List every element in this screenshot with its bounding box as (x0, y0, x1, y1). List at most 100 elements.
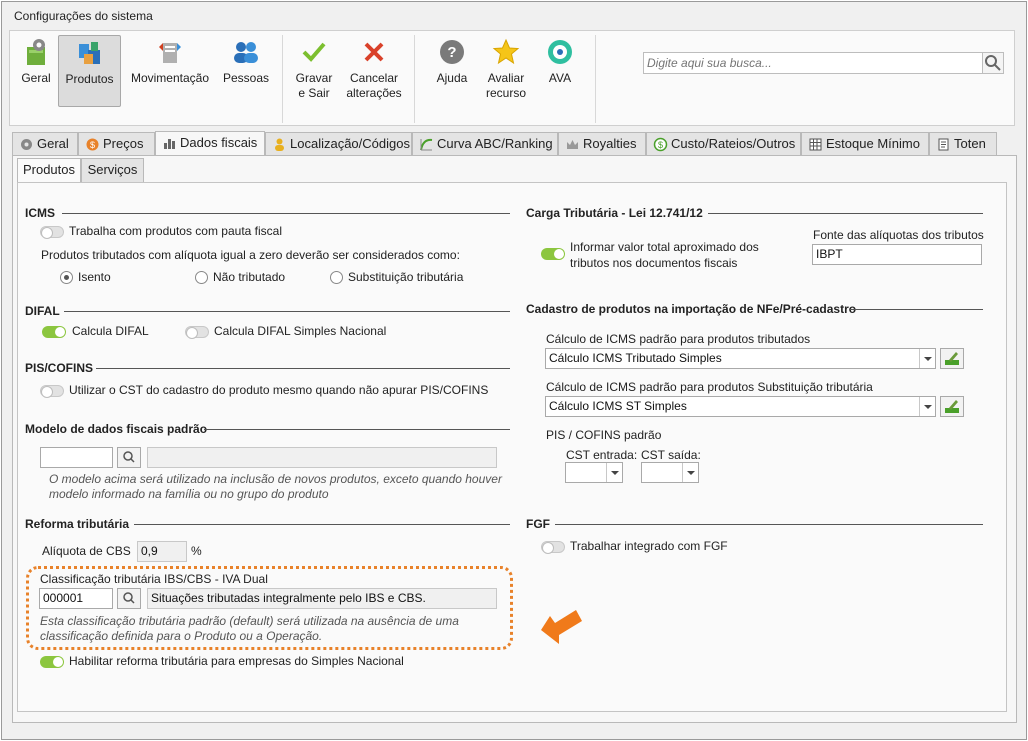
fgf-title: FGF (526, 517, 550, 531)
modelo-search-button[interactable] (117, 447, 141, 468)
classificacao-title: Classificação tributária IBS/CBS - IVA D… (40, 572, 268, 586)
window-title: Configurações do sistema (14, 9, 153, 23)
produtos-button[interactable]: Produtos (58, 35, 121, 107)
fgf-toggle[interactable] (541, 541, 565, 554)
chart-icon (164, 139, 175, 149)
pauta-fiscal-label: Trabalha com produtos com pauta fiscal (69, 224, 282, 238)
people-icon (234, 42, 258, 63)
ajuda-label: Ajuda (436, 71, 468, 85)
icms-tributados-edit-button[interactable] (940, 348, 964, 369)
search-input[interactable] (644, 53, 962, 73)
money-icon: $ (653, 137, 668, 152)
tab-royalties[interactable]: Royalties (558, 132, 646, 156)
habilitar-reforma-toggle[interactable] (40, 656, 64, 668)
tab-label: Dados fiscais (180, 135, 258, 150)
icms-title: ICMS (25, 206, 55, 220)
nao-tributado-radio[interactable] (195, 271, 208, 284)
pis-cofins-title: PIS/COFINS (25, 361, 94, 375)
icms-tributados-value: Cálculo ICMS Tributado Simples (549, 351, 722, 365)
cst-saida-select[interactable] (641, 462, 699, 483)
classificacao-description: Situações tributadas integralmente pelo … (147, 588, 497, 609)
ava-button[interactable]: AVA (540, 35, 580, 105)
search-button[interactable] (982, 52, 1004, 74)
classificacao-search-button[interactable] (117, 588, 141, 609)
icms-st-edit-button[interactable] (940, 396, 964, 417)
carga-title: Carga Tributária - Lei 12.741/12 (526, 206, 703, 220)
gravar-label: Gravar (295, 71, 333, 85)
tab-custo[interactable]: $ Custo/Rateios/Outros (646, 132, 801, 156)
edit-icon (945, 400, 959, 413)
chevron-down-icon[interactable] (606, 463, 622, 482)
ajuda-button[interactable]: ? Ajuda (430, 35, 474, 105)
tab-estoque-minimo[interactable]: Estoque Mínimo (801, 132, 929, 156)
classificacao-note: Esta classificação tributária padrão (de… (40, 614, 459, 644)
tab-label: Geral (37, 136, 69, 151)
chevron-down-icon[interactable] (919, 349, 935, 368)
ribbon-divider (414, 35, 415, 123)
tab-localizacao[interactable]: Localização/Códigos (265, 132, 412, 156)
tab-geral[interactable]: Geral (12, 132, 78, 156)
difal-simples-toggle[interactable] (185, 326, 209, 339)
movimentacao-label: Movimentação (130, 71, 210, 85)
geral-button[interactable]: Geral (16, 35, 56, 105)
calcula-difal-label: Calcula DIFAL (72, 324, 149, 338)
avaliar-label: Avaliar (487, 71, 525, 85)
subtab-servicos[interactable]: Serviços (81, 158, 144, 182)
divider (64, 311, 510, 312)
substituicao-label: Substituição tributária (348, 270, 464, 284)
modelo-note-line: modelo informado na família ou no grupo … (49, 487, 329, 501)
divider (96, 368, 510, 369)
tab-toten[interactable]: Toten (929, 132, 997, 156)
substituicao-radio[interactable] (330, 271, 343, 284)
fonte-field[interactable]: IBPT (812, 244, 982, 265)
star-icon (492, 38, 520, 65)
cancelar-button[interactable]: Cancelar alterações (344, 35, 404, 105)
svg-text:$: $ (658, 140, 663, 150)
pauta-fiscal-toggle[interactable] (40, 226, 64, 239)
produtos-label: Produtos (65, 72, 114, 86)
classificacao-note-line: Esta classificação tributária padrão (de… (40, 614, 459, 628)
difal-title: DIFAL (25, 304, 60, 318)
curve-icon (420, 138, 433, 151)
cst-entrada-label: CST entrada: (566, 448, 638, 462)
icms-st-select[interactable]: Cálculo ICMS ST Simples (545, 396, 936, 417)
divider (204, 429, 510, 430)
divider (708, 213, 983, 214)
cst-cadastro-toggle[interactable] (40, 385, 64, 398)
icms-st-label: Cálculo de ICMS padrão para produtos Sub… (546, 380, 873, 394)
tab-curva-abc[interactable]: Curva ABC/Ranking (412, 132, 558, 156)
divider (555, 524, 983, 525)
informar-valor-toggle[interactable] (541, 248, 565, 260)
chevron-down-icon[interactable] (682, 463, 698, 482)
tab-dados-fiscais[interactable]: Dados fiscais (155, 131, 265, 156)
pessoas-button[interactable]: Pessoas (222, 35, 270, 105)
fonte-label: Fonte das alíquotas dos tributos (813, 228, 984, 242)
edit-icon (945, 352, 959, 365)
aliquota-cbs-field[interactable]: 0,9 (137, 541, 187, 562)
chevron-down-icon[interactable] (919, 397, 935, 416)
cst-entrada-select[interactable] (565, 462, 623, 483)
difal-simples-label: Calcula DIFAL Simples Nacional (214, 324, 387, 338)
tab-label: Preços (103, 136, 144, 151)
subtab-produtos[interactable]: Produtos (17, 158, 81, 182)
gravar-sair-button[interactable]: Gravar e Sair (292, 35, 336, 105)
informar-line: Informar valor total aproximado dos (570, 240, 759, 254)
classificacao-code-field[interactable]: 000001 (39, 588, 113, 609)
svg-text:$: $ (90, 140, 95, 150)
fgf-label: Trabalhar integrado com FGF (570, 539, 728, 553)
modelo-code-field[interactable] (40, 447, 113, 468)
tab-precos[interactable]: $ Preços (78, 132, 155, 156)
tab-label: Custo/Rateios/Outros (671, 136, 796, 151)
ribbon-divider (282, 35, 283, 123)
ava-label: AVA (548, 71, 572, 85)
isento-radio[interactable] (60, 271, 73, 284)
pointer-arrow-icon (541, 610, 582, 644)
search-icon (123, 592, 135, 604)
icms-tributados-select[interactable]: Cálculo ICMS Tributado Simples (545, 348, 936, 369)
avaliar-recurso-button[interactable]: Avaliar recurso (484, 35, 528, 105)
isento-label: Isento (78, 270, 111, 284)
movimentacao-button[interactable]: Movimentação (128, 35, 212, 105)
calcula-difal-toggle[interactable] (42, 326, 66, 338)
price-icon: $ (86, 138, 99, 151)
icms-st-value: Cálculo ICMS ST Simples (549, 399, 687, 413)
